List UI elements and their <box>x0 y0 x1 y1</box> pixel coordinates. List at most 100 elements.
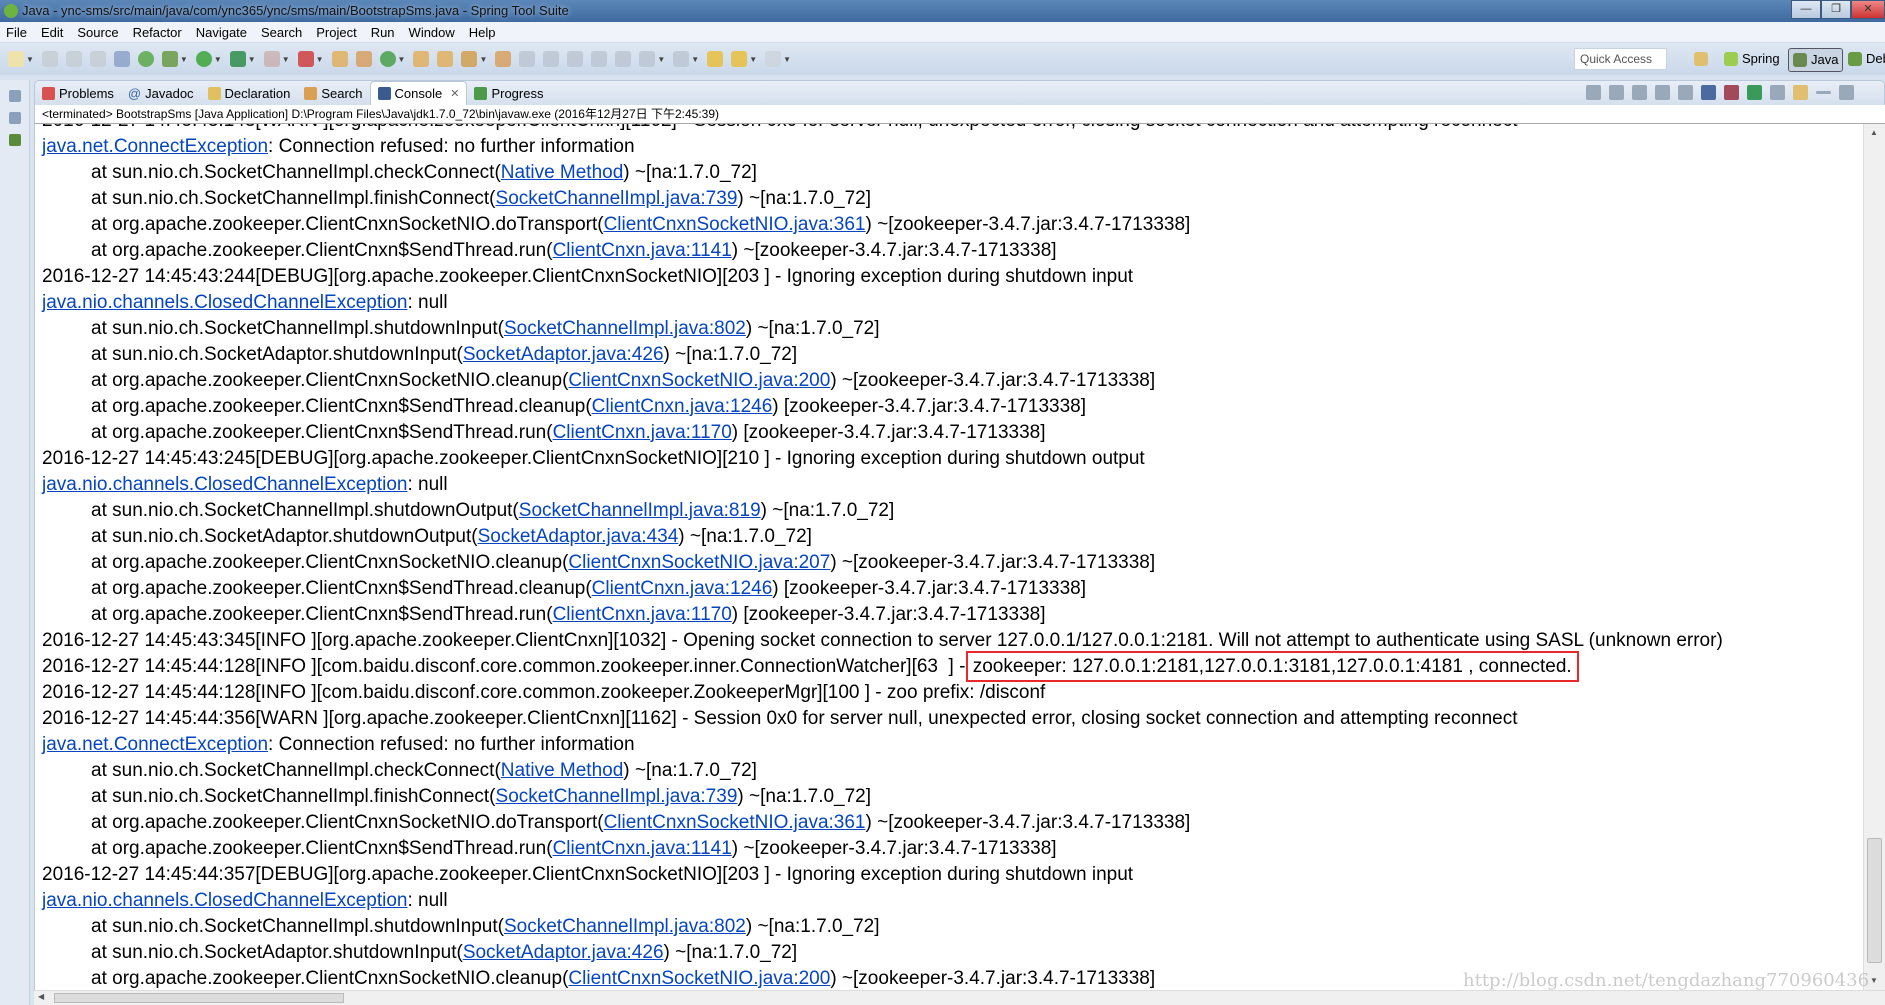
show-whitespace-icon[interactable] <box>615 51 632 67</box>
maximize-button[interactable]: ❐ <box>1821 0 1851 19</box>
source-link[interactable]: java.nio.channels.ClosedChannelException <box>42 292 407 313</box>
print-icon[interactable] <box>89 51 106 67</box>
menu-search[interactable]: Search <box>261 25 302 40</box>
source-link[interactable]: java.net.ConnectException <box>42 136 268 157</box>
new-class-icon[interactable] <box>379 51 396 67</box>
source-link[interactable]: SocketAdaptor.java:434 <box>478 526 679 547</box>
terminate-icon[interactable] <box>1586 85 1601 100</box>
chevron-down-icon[interactable]: ▼ <box>749 55 757 64</box>
menu-refactor[interactable]: Refactor <box>133 25 182 40</box>
chevron-down-icon[interactable]: ▼ <box>398 55 406 64</box>
chevron-down-icon[interactable]: ▼ <box>316 55 324 64</box>
search-tool-icon[interactable] <box>461 51 478 67</box>
source-link[interactable]: SocketChannelImpl.java:802 <box>504 916 746 937</box>
minimize-button[interactable]: — <box>1791 0 1821 19</box>
source-link[interactable]: ClientCnxnSocketNIO.java:207 <box>568 552 830 573</box>
perspective-java[interactable]: Java <box>1788 48 1844 72</box>
mark-occurrences-icon[interactable] <box>543 51 560 67</box>
menu-source[interactable]: Source <box>77 25 118 40</box>
scroll-down-icon[interactable]: ▼ <box>1870 976 1878 985</box>
outline-icon[interactable] <box>8 112 21 124</box>
tab-problems[interactable]: Problems <box>35 81 121 105</box>
run-icon[interactable] <box>195 51 212 67</box>
vertical-scrollbar[interactable]: ▲ ▼ <box>1863 124 1885 990</box>
scroll-lock-icon[interactable] <box>1678 85 1693 100</box>
source-link[interactable]: ClientCnxnSocketNIO.java:361 <box>604 214 866 235</box>
pin-console-icon[interactable] <box>1747 85 1762 100</box>
chevron-down-icon[interactable]: ▼ <box>26 55 34 64</box>
source-link[interactable]: java.nio.channels.ClosedChannelException <box>42 474 407 495</box>
source-link[interactable]: ClientCnxn.java:1170 <box>553 422 732 443</box>
source-link[interactable]: ClientCnxnSocketNIO.java:200 <box>568 968 830 989</box>
tab-search[interactable]: Search <box>297 81 369 105</box>
source-link[interactable]: SocketChannelImpl.java:819 <box>519 500 761 521</box>
junit-icon[interactable] <box>8 134 21 146</box>
back-icon[interactable] <box>731 51 748 67</box>
source-link[interactable]: Native Method <box>501 162 624 183</box>
perspective-spring[interactable]: Spring <box>1720 48 1784 72</box>
minimize-view-icon[interactable] <box>1816 91 1831 94</box>
scrollbar-thumb[interactable] <box>54 993 344 1003</box>
source-link[interactable]: ClientCnxnSocketNIO.java:200 <box>568 370 830 391</box>
tab-console[interactable]: Console ✕ <box>369 81 468 105</box>
clear-console-icon[interactable] <box>1655 85 1670 100</box>
menu-project[interactable]: Project <box>316 25 356 40</box>
menu-navigate[interactable]: Navigate <box>196 25 247 40</box>
source-link[interactable]: SocketAdaptor.java:426 <box>463 344 664 365</box>
perspective-debug[interactable]: Deb <box>1844 48 1885 72</box>
next-annotation-icon[interactable] <box>639 51 656 67</box>
block-select-icon[interactable] <box>591 51 608 67</box>
restore-icon[interactable] <box>8 90 21 102</box>
chevron-down-icon[interactable]: ▼ <box>783 55 791 64</box>
source-link[interactable]: Native Method <box>501 760 624 781</box>
menu-edit[interactable]: Edit <box>41 25 63 40</box>
source-link[interactable]: ClientCnxn.java:1141 <box>553 838 732 859</box>
save-all-icon[interactable] <box>65 51 82 67</box>
debug-icon[interactable] <box>161 51 178 67</box>
forward-icon[interactable] <box>765 51 782 67</box>
new-icon[interactable] <box>8 51 24 67</box>
source-link[interactable]: ClientCnxn.java:1141 <box>553 240 732 261</box>
source-link[interactable]: ClientCnxn.java:1246 <box>592 396 773 417</box>
chevron-down-icon[interactable]: ▼ <box>248 55 256 64</box>
open-console-icon[interactable] <box>1793 85 1808 100</box>
new-java-project-icon[interactable] <box>331 51 348 67</box>
source-link[interactable]: java.nio.channels.ClosedChannelException <box>42 890 407 911</box>
save-icon[interactable] <box>41 51 58 67</box>
close-tab-icon[interactable]: ✕ <box>450 87 459 100</box>
toggle-ant-icon[interactable] <box>519 51 536 67</box>
chevron-down-icon[interactable]: ▼ <box>214 55 222 64</box>
source-link[interactable]: SocketChannelImpl.java:739 <box>496 188 738 209</box>
prev-annotation-icon[interactable] <box>673 51 690 67</box>
source-link[interactable]: ClientCnxn.java:1246 <box>592 578 773 599</box>
run-external-icon[interactable] <box>229 51 246 67</box>
source-link[interactable]: SocketChannelImpl.java:739 <box>496 786 738 807</box>
open-resource-icon[interactable] <box>437 51 454 67</box>
menu-file[interactable]: File <box>6 25 27 40</box>
scroll-up-icon[interactable]: ▲ <box>1870 128 1878 137</box>
display-console-icon[interactable] <box>1770 85 1785 100</box>
menu-run[interactable]: Run <box>371 25 395 40</box>
tab-progress[interactable]: Progress <box>467 81 550 105</box>
tab-javadoc[interactable]: @ Javadoc <box>121 81 201 105</box>
open-task-icon[interactable] <box>495 51 512 67</box>
maximize-view-icon[interactable] <box>1839 85 1854 100</box>
skip-breakpoints-icon[interactable] <box>113 51 130 67</box>
quick-access-input[interactable]: Quick Access <box>1574 48 1667 70</box>
console-output[interactable]: 2016-12-27 14:45:43:143[WARN ][org.apach… <box>34 124 1863 990</box>
chevron-down-icon[interactable]: ▼ <box>657 55 665 64</box>
source-link[interactable]: SocketChannelImpl.java:802 <box>504 318 746 339</box>
open-type-icon[interactable] <box>413 51 430 67</box>
scroll-left-icon[interactable]: ◀ <box>38 992 44 1001</box>
show-stderr-icon[interactable] <box>1724 85 1739 100</box>
coverage-icon[interactable] <box>297 51 314 67</box>
source-link[interactable]: ClientCnxnSocketNIO.java:361 <box>604 812 866 833</box>
stop-icon[interactable] <box>263 51 280 67</box>
remove-all-icon[interactable] <box>1632 85 1647 100</box>
open-perspective-button[interactable] <box>1690 48 1710 72</box>
chevron-down-icon[interactable]: ▼ <box>479 55 487 64</box>
source-link[interactable]: java.net.ConnectException <box>42 734 268 755</box>
show-stdout-icon[interactable] <box>1701 85 1716 100</box>
new-package-icon[interactable] <box>355 51 372 67</box>
chevron-down-icon[interactable]: ▼ <box>691 55 699 64</box>
